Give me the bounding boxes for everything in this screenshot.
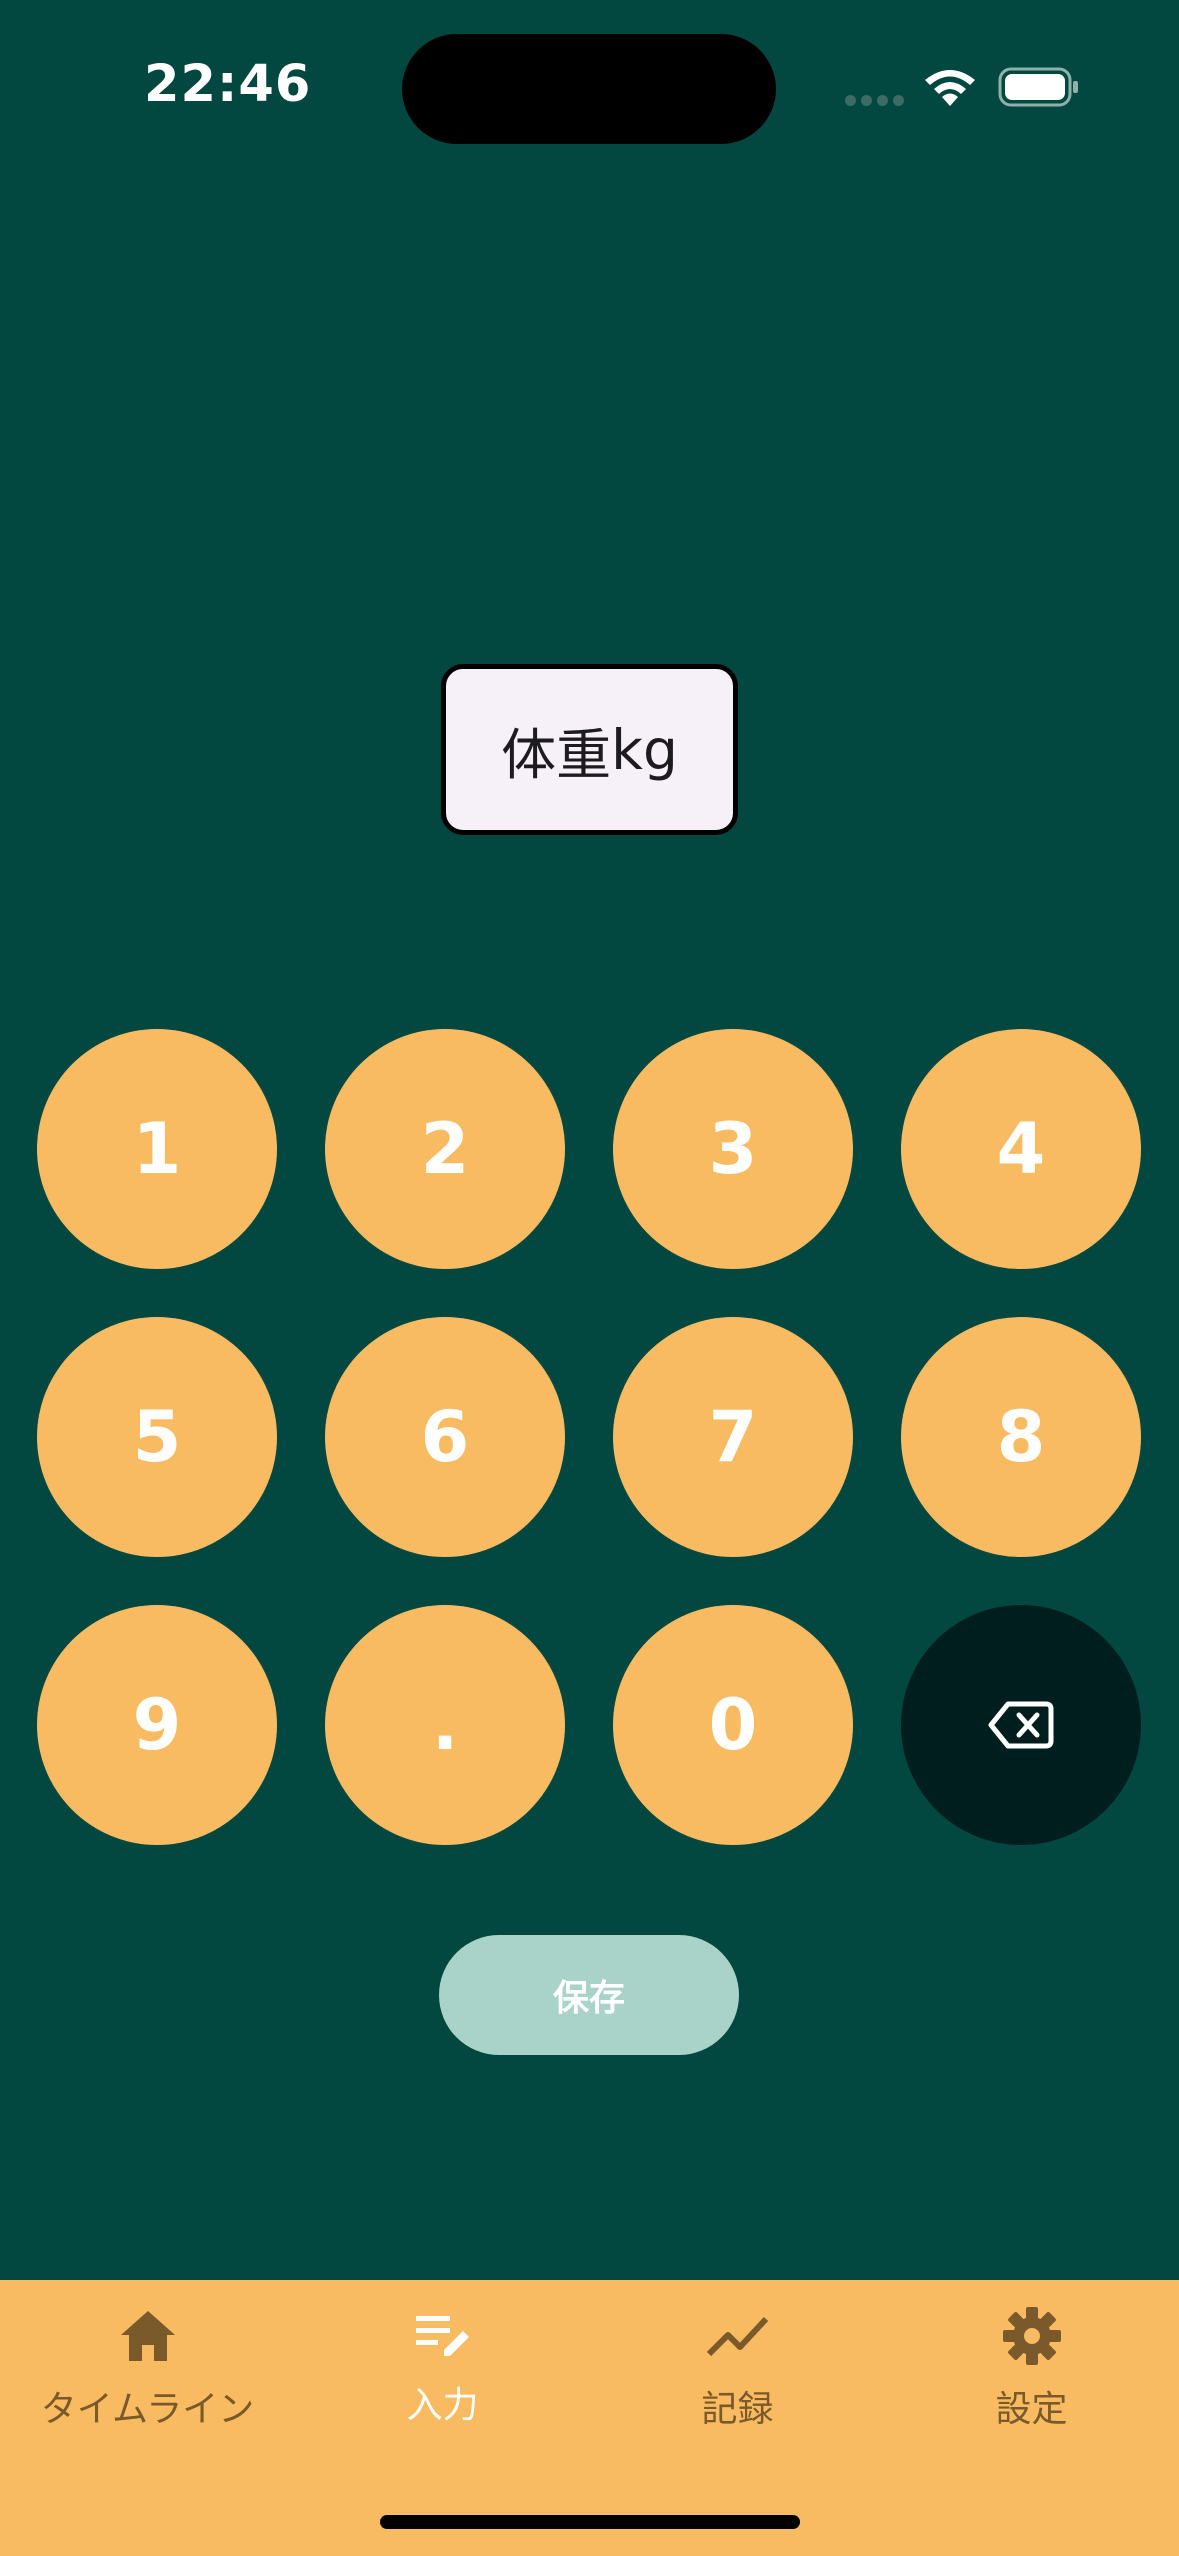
nav-label-settings: 設定 [995, 2389, 1068, 2430]
backspace-icon [988, 1701, 1054, 1749]
home-indicator[interactable] [380, 2515, 800, 2529]
key-9[interactable]: 9 [37, 1605, 277, 1845]
weight-unit: kg [611, 717, 678, 782]
dynamic-island [402, 34, 776, 144]
key-5[interactable]: 5 [37, 1317, 277, 1557]
key-6[interactable]: 6 [325, 1317, 565, 1557]
nav-item-input[interactable]: 入力 [295, 2280, 590, 2480]
key-decimal[interactable]: . [325, 1605, 565, 1845]
trending-line-icon [706, 2314, 770, 2362]
home-icon [118, 2308, 178, 2368]
nav-item-settings[interactable]: 設定 [884, 2280, 1179, 2480]
key-0[interactable]: 0 [613, 1605, 853, 1845]
key-7[interactable]: 7 [613, 1317, 853, 1557]
nav-label-records: 記録 [701, 2389, 774, 2430]
key-1[interactable]: 1 [37, 1029, 277, 1269]
nav-label-timeline: タイムライン [40, 2389, 255, 2430]
weight-input-field[interactable]: 体重 kg [441, 664, 738, 835]
key-2[interactable]: 2 [325, 1029, 565, 1269]
key-4[interactable]: 4 [901, 1029, 1141, 1269]
key-3[interactable]: 3 [613, 1029, 853, 1269]
weight-label: 体重 [501, 722, 612, 787]
key-8[interactable]: 8 [901, 1317, 1141, 1557]
wifi-icon [922, 66, 978, 108]
status-time: 22:46 [144, 55, 312, 114]
nav-label-input: 入力 [406, 2385, 479, 2426]
nav-item-records[interactable]: 記録 [590, 2280, 885, 2480]
nav-item-timeline[interactable]: タイムライン [0, 2280, 295, 2480]
gear-icon [1002, 2306, 1062, 2370]
battery-icon [998, 66, 1080, 108]
edit-note-icon [413, 2312, 473, 2366]
backspace-button[interactable] [901, 1605, 1141, 1845]
cellular-signal-icon [845, 95, 905, 107]
save-button[interactable]: 保存 [439, 1935, 739, 2055]
